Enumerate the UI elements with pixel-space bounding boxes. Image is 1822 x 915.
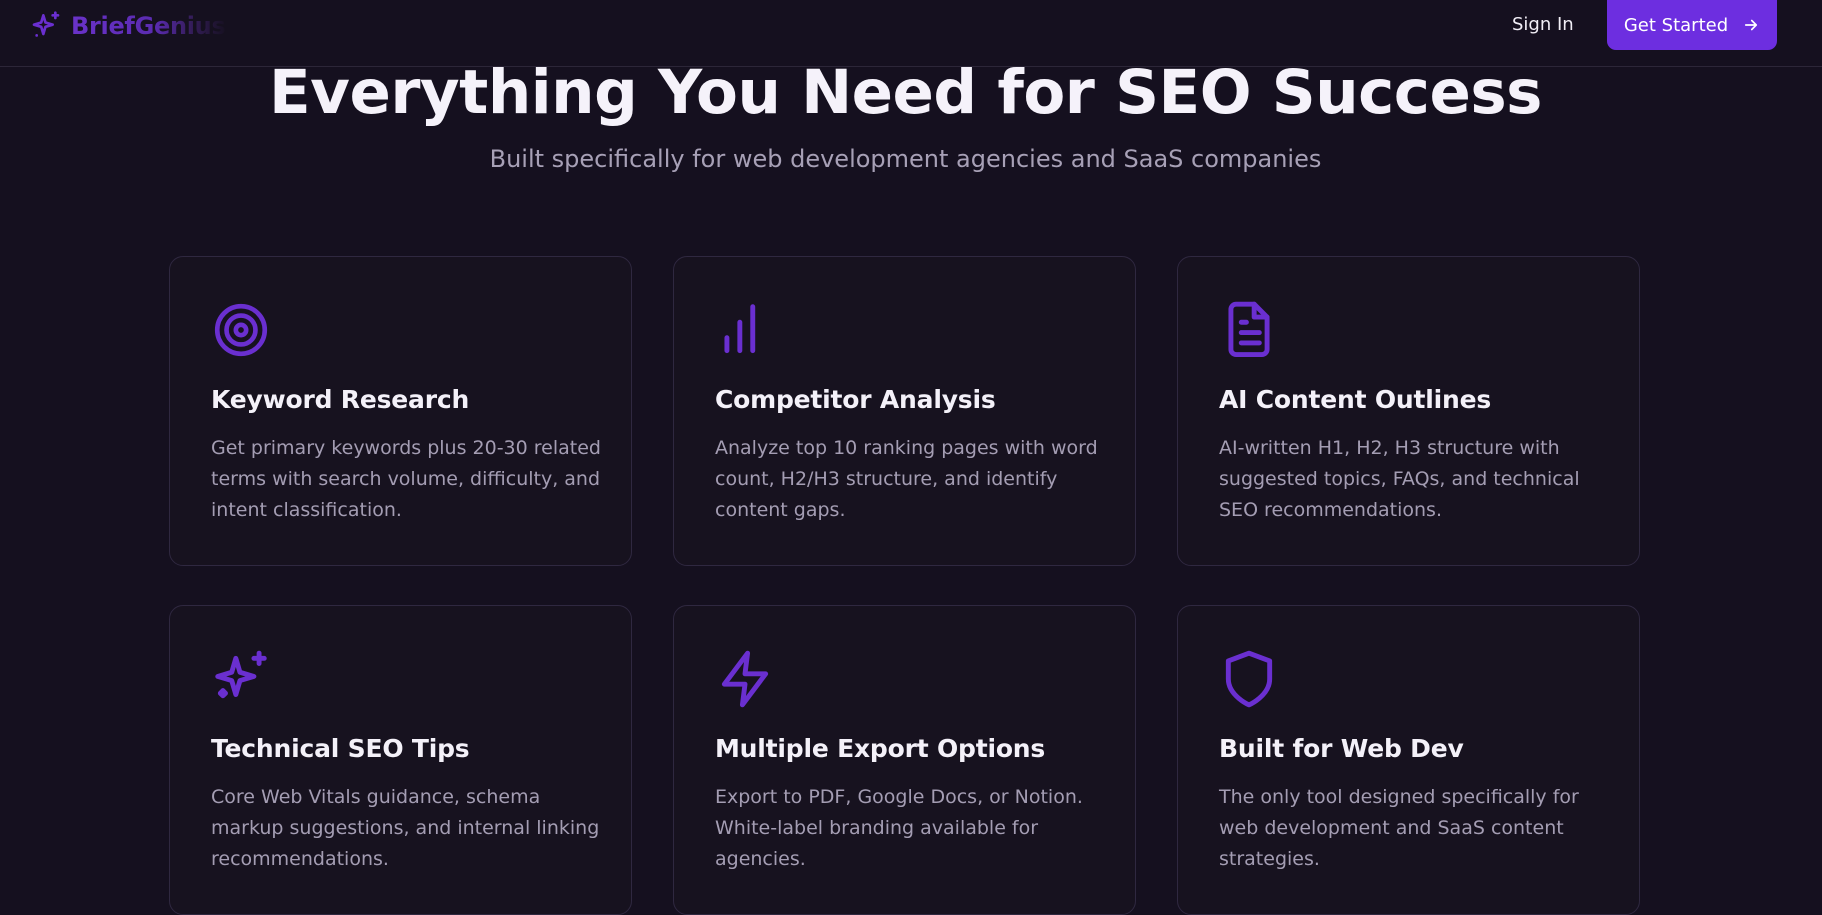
feature-description: The only tool designed specifically for … — [1219, 786, 1579, 870]
feature-description: Get primary keywords plus 20-30 related … — [211, 437, 601, 521]
lightning-icon — [714, 648, 776, 710]
document-icon — [1218, 299, 1280, 361]
feature-title: Competitor Analysis — [715, 385, 996, 414]
arrow-right-icon — [1745, 19, 1758, 31]
brand-logo[interactable]: BriefGenius — [30, 8, 226, 44]
feature-description: Export to PDF, Google Docs, or Notion. W… — [715, 786, 1083, 870]
feature-card-built-for-web-dev: Built for Web Dev The only tool designed… — [1177, 605, 1640, 915]
feature-title: Built for Web Dev — [1219, 734, 1464, 763]
feature-title: AI Content Outlines — [1219, 385, 1492, 414]
feature-title: Multiple Export Options — [715, 734, 1046, 763]
feature-title: Technical SEO Tips — [211, 734, 470, 763]
feature-card-multiple-export-options: Multiple Export Options Export to PDF, G… — [673, 605, 1136, 915]
top-nav: BriefGenius Sign In Get Started — [0, 0, 1822, 67]
feature-title: Keyword Research — [211, 385, 470, 414]
bar-chart-icon — [714, 299, 776, 361]
sparkles-icon — [210, 648, 272, 710]
feature-description: Analyze top 10 ranking pages with word c… — [715, 437, 1098, 521]
target-icon — [210, 299, 272, 361]
shield-icon — [1218, 648, 1280, 710]
feature-card-keyword-research: Keyword Research Get primary keywords pl… — [169, 256, 632, 566]
get-started-label: Get Started — [1623, 14, 1729, 36]
feature-description: Core Web Vitals guidance, schema markup … — [211, 786, 600, 870]
feature-card-technical-seo-tips: Technical SEO Tips Core Web Vitals guida… — [169, 605, 632, 915]
feature-description: AI-written H1, H2, H3 structure with sug… — [1219, 437, 1580, 521]
page-subtitle: Built specifically for web development a… — [489, 145, 1322, 173]
feature-card-ai-content-outlines: AI Content Outlines AI-written H1, H2, H… — [1177, 256, 1640, 566]
feature-card-competitor-analysis: Competitor Analysis Analyze top 10 ranki… — [673, 256, 1136, 566]
sparkles-logo-icon — [32, 11, 60, 37]
brand-name: BriefGenius — [71, 12, 226, 40]
sign-in-link[interactable]: Sign In — [1512, 14, 1574, 36]
get-started-button[interactable]: Get Started — [1607, 0, 1777, 50]
